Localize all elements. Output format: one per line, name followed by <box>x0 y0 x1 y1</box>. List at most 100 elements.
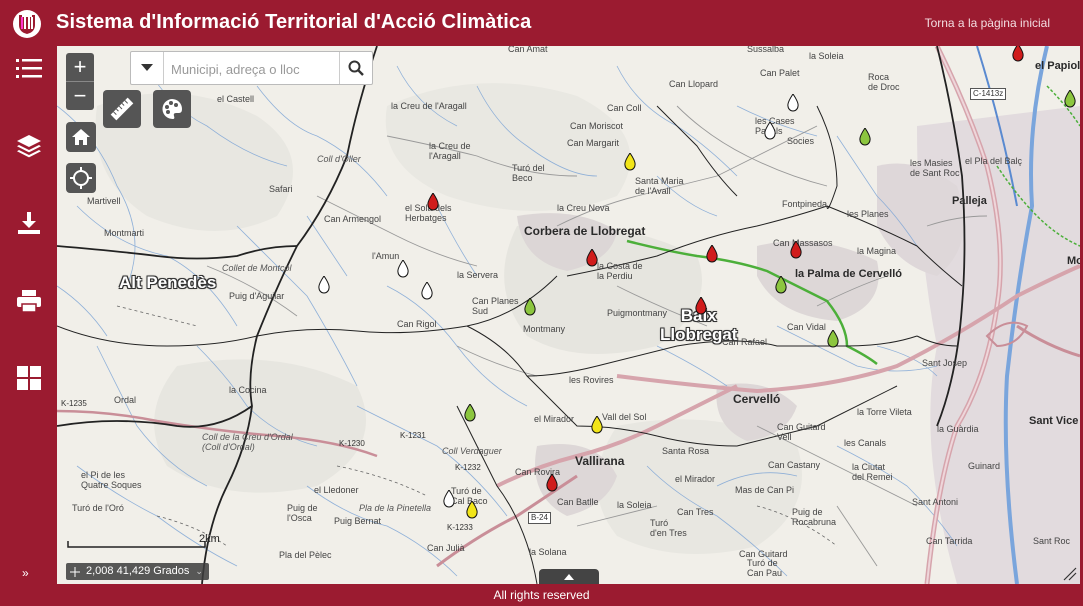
place-label: Pla del Pèlec <box>279 550 332 560</box>
chevron-down-icon[interactable]: ⌄ <box>195 563 203 580</box>
place-label: Sant Roc <box>1033 536 1071 546</box>
place-label: Puig d'Aguilar <box>229 291 285 301</box>
marker-green-pin[interactable] <box>859 128 871 146</box>
app-title: Sistema d'Informació Territorial d'Acció… <box>56 11 532 33</box>
marker-green-pin[interactable] <box>524 298 536 316</box>
place-label: Puig Bernat <box>334 516 382 526</box>
place-label: Collet de Montcol <box>222 263 292 273</box>
left-toolbar: » <box>0 46 57 584</box>
road-label: K-1233 <box>447 523 473 532</box>
legend-list-icon[interactable] <box>14 54 44 84</box>
copyright-text: All rights reserved <box>493 588 590 602</box>
place-label: Safari <box>269 184 293 194</box>
coordinate-readout[interactable]: 2,008 41,429 Grados ⌄ <box>66 563 209 580</box>
marker-red-pin[interactable] <box>1012 46 1024 62</box>
back-to-home-link[interactable]: Torna a la pàgina inicial <box>925 16 1050 30</box>
marker-green-pin[interactable] <box>464 404 476 422</box>
marker-red-pin[interactable] <box>790 241 802 259</box>
place-label: Turó del Beco <box>512 163 545 183</box>
place-label: Fontpineda <box>782 199 828 209</box>
scale-line <box>67 541 206 548</box>
chevron-up-icon <box>564 573 574 580</box>
town-label: Mo <box>1067 255 1080 267</box>
place-label: Turó de Can Pau <box>747 558 783 578</box>
place-label: Can Vidal <box>787 322 826 332</box>
town-label: la Palma de Cervelló <box>795 268 902 280</box>
place-label: Puigmontmany <box>607 308 668 318</box>
marker-yellow-pin[interactable] <box>624 153 636 171</box>
place-label: Montmarti <box>104 228 145 238</box>
place-label: Can Rafael <box>722 337 768 347</box>
expand-sidebar-icon[interactable]: » <box>22 566 29 580</box>
chevron-down-icon <box>141 64 153 71</box>
place-label: el Pi de les Quatre Soques <box>81 470 142 490</box>
place-label: Can Batlle <box>557 497 599 507</box>
marker-green-pin[interactable] <box>775 276 787 294</box>
locate-button[interactable] <box>66 163 96 193</box>
zoom-out-button[interactable]: − <box>66 81 94 110</box>
place-label: Can Guitard Vell <box>777 422 826 442</box>
place-label: les Rovires <box>569 375 614 385</box>
marker-yellow-pin[interactable] <box>466 501 478 519</box>
place-label: Can Tarrida <box>926 536 973 546</box>
home-button[interactable] <box>66 122 96 152</box>
place-label: Puig de Rocabruna <box>792 507 837 527</box>
map-view[interactable]: Can Amat Sussalba la Soleia Can Palet Ro… <box>57 46 1080 584</box>
marker-white-pin[interactable] <box>787 94 799 112</box>
place-label: les Planes <box>847 209 889 219</box>
marker-red-pin[interactable] <box>427 193 439 211</box>
place-label: Montmany <box>523 324 566 334</box>
marker-green-pin[interactable] <box>827 330 839 348</box>
road-label: C-1413z <box>970 88 1007 100</box>
place-label: les Canals <box>844 438 887 448</box>
marker-red-pin[interactable] <box>695 297 707 315</box>
locate-crosshair-icon <box>70 167 92 189</box>
place-label: Santa Rosa <box>662 446 710 456</box>
town-label: el Papiol <box>1035 60 1080 72</box>
place-label: Coll d'Oller <box>317 154 361 164</box>
place-label: l'Amun <box>372 251 400 261</box>
place-label: Coll de la Creu d'Ordal (Coll d'Ordal) <box>202 432 293 452</box>
town-label: Corbera de Llobregat <box>524 224 646 238</box>
place-label: Sant Antoni <box>912 497 959 507</box>
download-icon[interactable] <box>14 208 44 238</box>
marker-white-pin[interactable] <box>764 122 776 140</box>
marker-white-pin[interactable] <box>397 260 409 278</box>
search-input[interactable] <box>169 58 333 80</box>
basemap-style-button[interactable] <box>153 90 191 128</box>
place-label: la Creu de l'Aragall <box>391 101 467 111</box>
layers-icon[interactable] <box>14 131 44 161</box>
measure-tool-button[interactable] <box>103 90 141 128</box>
town-label: Vallirana <box>575 454 625 468</box>
scale-bar: 2km <box>67 533 220 549</box>
coordinates-text: 2,008 41,429 Grados <box>86 565 190 577</box>
place-label: la Creu de l'Aragall <box>429 141 471 161</box>
place-label: Mas de Can Pi <box>735 485 795 495</box>
place-label: la Cocina <box>229 385 267 395</box>
marker-green-pin[interactable] <box>1064 90 1076 108</box>
zoom-controls: + − <box>66 53 94 110</box>
attribution-toggle[interactable] <box>539 569 599 584</box>
marker-red-pin[interactable] <box>586 249 598 267</box>
apps-grid-icon[interactable] <box>14 363 44 393</box>
print-icon[interactable] <box>14 286 44 316</box>
marker-red-pin[interactable] <box>706 245 718 263</box>
road-label: K-1232 <box>455 463 481 472</box>
place-label: Can Coll <box>607 103 642 113</box>
place-label: Can Amat <box>508 46 548 54</box>
road-label: K-1231 <box>400 431 426 440</box>
place-label: la Solana <box>529 547 567 557</box>
marker-white-pin[interactable] <box>421 282 433 300</box>
search-source-dropdown[interactable] <box>131 52 164 84</box>
institution-logo-icon[interactable] <box>13 10 41 38</box>
zoom-in-button[interactable]: + <box>66 53 94 81</box>
place-label: Can Margarit <box>567 138 620 148</box>
place-label: Turó de l'Oró <box>72 503 124 513</box>
marker-yellow-pin[interactable] <box>591 416 603 434</box>
search-button[interactable] <box>339 52 372 84</box>
place-label: Vall del Sol <box>602 412 647 422</box>
marker-white-pin[interactable] <box>318 276 330 294</box>
marker-white-pin[interactable] <box>443 490 455 508</box>
marker-red-pin[interactable] <box>546 474 558 492</box>
place-label: Martivell <box>87 196 121 206</box>
